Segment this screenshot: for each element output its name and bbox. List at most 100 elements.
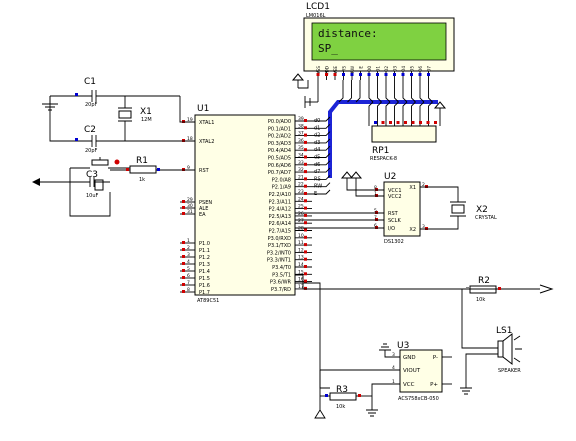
u1-pin-number: 39 (298, 116, 304, 122)
lcd-pin-label: D5 (410, 66, 415, 72)
power-arrow-icon (32, 178, 40, 186)
rp1-pins (374, 121, 437, 124)
lcd-pin-marker (376, 73, 379, 76)
lcd-pin-marker (359, 73, 362, 76)
lcd-pin-label: D6 (418, 66, 423, 72)
u1-pin-name: P1.7 (199, 290, 210, 296)
lcd-pin-marker (418, 73, 422, 76)
r2-ref: R2 (478, 276, 490, 286)
u1-pin-marker (304, 279, 307, 283)
r1-ref: R1 (136, 156, 148, 166)
u1-pin-name: P0.2/AD2 (268, 134, 291, 140)
u1-pin-marker (304, 140, 307, 144)
u1-pin-marker (304, 192, 307, 195)
u1-pin-number: 10 (298, 233, 304, 239)
speaker-ls1[interactable]: LS1 SPEAKER (460, 326, 522, 395)
r1-value: 1k (139, 177, 145, 183)
mcu-u1[interactable]: U1 AT89C51 19 XTAL118 XTAL29 RST29 PSEN30 ALE… (180, 104, 331, 304)
schematic-svg: LCD1 LM016L distance: SP_ VSS VDD VEE RS RW E… (32, 2, 554, 419)
bus-tap-lcd (377, 80, 382, 103)
lcd-pin-label: D3 (393, 66, 398, 72)
crystal-x1[interactable]: X1 12M (118, 96, 152, 141)
capacitor-c1[interactable]: C1 20pF (75, 77, 180, 108)
c2-ref: C2 (84, 125, 96, 135)
u1-pin-marker (182, 262, 185, 265)
u2-pin-marker (425, 227, 428, 230)
u1-pin-number: 23 (298, 189, 304, 195)
bus-tap-rp1 (377, 101, 382, 126)
u1-pin-marker (182, 255, 185, 258)
u1-pin-marker (304, 221, 307, 225)
u1-pin-marker (304, 155, 307, 159)
bus-tap-lcd (368, 80, 374, 103)
u1-pin-number: 4 (187, 259, 190, 265)
u1-pin-marker (304, 206, 307, 210)
u1-pin-marker (304, 119, 307, 122)
u1-pin-marker (304, 148, 307, 152)
ls1-value: SPEAKER (498, 368, 521, 374)
u1-pin-name: P1.5 (199, 276, 210, 282)
u1-pin-name: P3.5/T1 (272, 272, 291, 278)
capacitor-c2[interactable]: C2 20pF (75, 125, 180, 154)
u1-pin-number: 13 (298, 255, 304, 261)
resistor-r2[interactable]: R2 10k (466, 276, 501, 303)
lcd-pin-marker (410, 73, 413, 76)
oscillator-circuit: C1 20pF C2 20pF X1 12M (42, 77, 195, 154)
lcd-pin-marker (393, 73, 396, 76)
u2-pin-name: VCC2 (388, 194, 402, 200)
u1-pin-name: P3.3/INT1 (267, 258, 291, 264)
lcd-pin-marker (350, 73, 354, 76)
u1-pin-marker (182, 283, 185, 286)
crystal-x2[interactable]: X2 CRYSTAL (450, 201, 497, 221)
reset-button[interactable] (70, 157, 130, 169)
u3-bottom-ground (314, 370, 326, 419)
u2-part: DS1302 (384, 239, 404, 245)
lcd-pin-label: VSS (316, 66, 321, 75)
rp1-value: RESPACK-8 (370, 156, 397, 162)
c1-value: 20pF (85, 102, 98, 108)
ls1-ref: LS1 (496, 326, 512, 336)
u1-pin-name: XTAL2 (199, 139, 214, 145)
resistor-r3[interactable]: R3 10k (320, 385, 372, 410)
u1-pin-name: P2.3/A11 (269, 199, 291, 205)
rp1-pin-marker (434, 121, 437, 124)
u1-pin-name: P2.5/A13 (269, 214, 291, 220)
rtc-u2[interactable]: U2 8 VCC11 VCC22X15 RST7 SCLK6 I/O 3X2 DS1302 (374, 172, 428, 245)
lcd-module[interactable]: LCD1 LM016L distance: SP_ VSS VDD VEE RS RW E… (303, 2, 455, 80)
u1-pin-marker (304, 243, 307, 247)
bus-tap-rp1 (368, 101, 374, 126)
u1-pin-name: P1.0 (199, 241, 210, 247)
rp1-pin-marker (419, 121, 422, 124)
u1-pin-name: RST (199, 168, 210, 174)
lcd-pin-marker (384, 73, 388, 76)
u1-pin-name: P3.6/WR (270, 280, 292, 286)
u1-pin-number: 35 (298, 145, 304, 151)
u1-pin-number: 5 (187, 266, 190, 272)
lcd-ref: LCD1 (306, 2, 330, 12)
u2-pin-name: RST (388, 211, 399, 217)
capacitor-c3[interactable]: C3 10uF (70, 170, 110, 199)
lcd-pin-label: D4 (401, 66, 406, 72)
lcd-line-2: SP_ (318, 42, 338, 55)
bus-tap-lcd (428, 80, 433, 103)
c2-value: 20pF (85, 148, 98, 154)
u1-pin-marker (182, 269, 185, 272)
x2-value: CRYSTAL (475, 215, 497, 221)
lcd-pin-label: E (359, 66, 364, 69)
resistor-pack-rp1[interactable]: RP1 RESPACK-8 (370, 101, 447, 162)
u1-pin-name: P0.0/AD0 (268, 119, 291, 125)
u1-pin-number: 8 (187, 287, 190, 293)
bus-tap-lcd (385, 80, 391, 103)
u1-right-pins: 39P0.0/AD0 d038P0.1/AD1 d137P0.2/AD2 d236P0… (267, 116, 331, 293)
u1-pin-name: P3.7/RD (271, 287, 291, 293)
u1-pin-marker (182, 276, 185, 279)
current-sensor-u3[interactable]: U3 3 GND4 VIOUT1 VCCP-P+ ACS758xCB-050 (392, 341, 452, 402)
u1-pin-marker (182, 168, 185, 171)
u1-pin-name: P2.6/A14 (269, 221, 291, 227)
u2-pin-marker (425, 185, 428, 188)
u1-pin-marker (182, 212, 185, 215)
bus-tap-lcd (402, 80, 408, 103)
bus-tap-lcd (394, 80, 399, 103)
u1-ref: U1 (197, 104, 209, 114)
u2-pin-name: SCLK (388, 218, 401, 224)
